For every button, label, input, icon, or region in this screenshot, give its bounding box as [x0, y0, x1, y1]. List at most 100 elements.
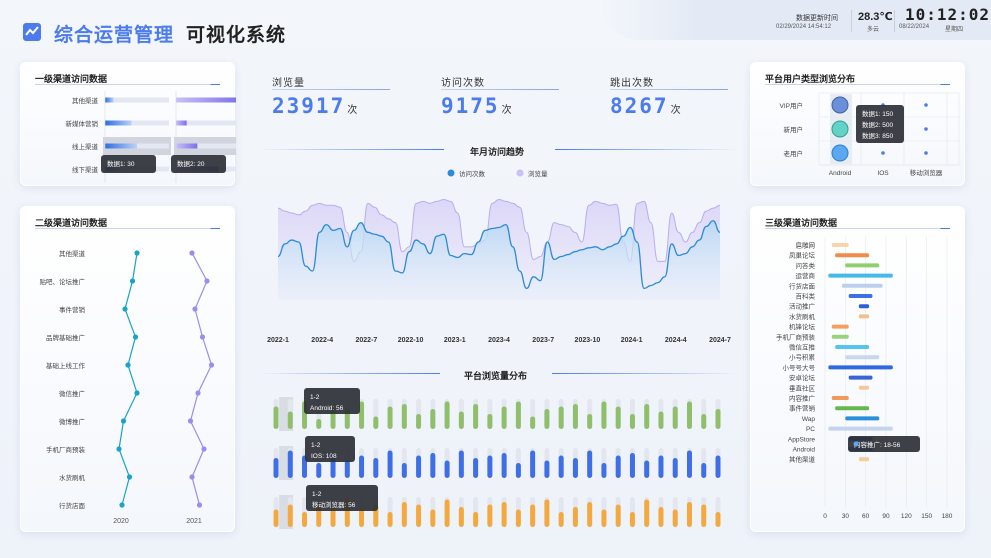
bar-value: [416, 414, 422, 429]
stat-label: 浏览量: [272, 78, 305, 89]
stat-underline: [441, 89, 559, 90]
bar-value: [572, 458, 578, 478]
weather: 多云: [867, 27, 880, 33]
y-tick-label: 老用户: [784, 149, 804, 158]
card-user-type: 平台用户类型浏览分布 VIP用户 新用户 老用户 Android IOS 移动浏览器 数据1…: [750, 62, 965, 186]
bar-value: [487, 414, 493, 429]
tooltip-text: 1-2: [310, 394, 320, 401]
bar-value: [444, 401, 450, 429]
tooltip-mobile-browser: 1-2 移动浏览器: 56: [306, 485, 378, 511]
category-label: 事件营销: [59, 305, 86, 314]
bar-value: [701, 463, 707, 478]
range-bar: [858, 385, 870, 390]
series-point: [199, 334, 206, 340]
category-label: 活动推广: [789, 302, 816, 311]
bubble-small: [924, 151, 928, 155]
bar-value: [644, 499, 650, 527]
range-bar: [835, 406, 870, 411]
header-divider: [894, 10, 895, 32]
tooltip-channel-level3: 内容推广: 18-56: [848, 436, 920, 452]
logo-icon: [23, 23, 41, 41]
series-point: [120, 418, 127, 424]
bar-value: [316, 463, 322, 478]
category-label: 运营商: [796, 271, 816, 280]
tooltip-ios: 1-2 IOS: 108: [305, 436, 355, 462]
category-label: 小号积累: [789, 353, 816, 362]
bubble: [831, 120, 849, 138]
bar-track: [105, 97, 169, 103]
bar-value: [515, 509, 521, 527]
stat-value: 8267: [610, 94, 669, 118]
bar-value: [701, 414, 707, 429]
bar-value: [686, 502, 692, 527]
series-point: [122, 306, 128, 312]
bar-value: [587, 502, 593, 527]
x-axis-label: 2020: [113, 518, 129, 525]
bar-value: [287, 504, 293, 527]
series-point: [126, 474, 133, 480]
x-tick-label: 2023-4: [488, 337, 510, 344]
category-label: 品牌基础推广: [46, 333, 86, 342]
tooltip-text: 内容推广: 18-56: [854, 440, 901, 449]
bar-value: [572, 404, 578, 429]
range-bar: [828, 365, 893, 370]
bar-value: [273, 458, 279, 478]
bar-value: [601, 509, 607, 527]
card-channel-level2: 二级渠道访问数据 其他渠道 贴吧、论坛推广 事件营销 品牌基础推广 基础上线工作 微信推广…: [20, 206, 235, 532]
series-point: [132, 334, 139, 340]
x-tick-label: 120: [901, 513, 912, 520]
bar-value: [672, 509, 678, 527]
tooltip-series-2: 数据2: 20: [171, 155, 226, 173]
category-label: 凤巢论坛: [789, 251, 816, 260]
series-point: [189, 474, 195, 480]
tooltip-text: 数据2: 500: [862, 120, 893, 129]
stat-unit: 次: [347, 105, 358, 116]
category-label: 事件营销: [789, 404, 816, 413]
bar-value: [530, 450, 536, 478]
x-tick-label: 150: [921, 513, 932, 520]
bar-series-2: [176, 143, 198, 149]
card-channel-level3: 三级渠道访问数据 0 30 60 90 120 150 180 扈雕网 凤巢论坛 问答类 运营商 行货…: [750, 206, 965, 532]
bar-value: [530, 504, 536, 527]
section-divider-left: [258, 149, 444, 150]
bar-series-2: [176, 120, 187, 126]
x-tick-label: 0: [823, 513, 827, 520]
bar-value: [387, 450, 393, 478]
bar-value: [487, 504, 493, 527]
category-label: 机锋论坛: [789, 322, 816, 331]
bar-value: [416, 504, 422, 527]
category-label: 垂直社区: [789, 383, 816, 392]
stat-underline: [610, 89, 728, 90]
range-bar: [858, 457, 870, 462]
platform-bar-chart: 1-2 Android: 56 1-2 IOS: 108 1-2 移动浏览器: 56: [273, 388, 721, 529]
range-bar: [848, 294, 873, 298]
tooltip-text: Android: 56: [310, 405, 344, 412]
x-tick-label: 30: [842, 513, 850, 520]
range-bar: [845, 355, 880, 360]
tooltip-text: 移动浏览器: 56: [312, 500, 356, 509]
bar-value: [501, 453, 507, 478]
bar-value: [387, 512, 393, 527]
bar-value: [515, 401, 521, 429]
range-bar: [828, 426, 893, 431]
bar-value: [629, 512, 635, 527]
x-tick-label: 2023-1: [444, 337, 466, 344]
bar-series-1: [105, 143, 137, 149]
category-label: 扈雕网: [796, 241, 816, 250]
range-bar: [841, 283, 883, 288]
x-tick-label: 2024-1: [621, 337, 643, 344]
tooltip-text: 1-2: [312, 491, 322, 498]
bar-value: [430, 509, 436, 527]
stat-value: 9175: [441, 94, 500, 118]
category-label: 小号号大号: [783, 363, 816, 372]
section-divider-right: [552, 373, 738, 374]
bar-value: [658, 507, 664, 527]
range-bar: [828, 273, 893, 278]
page-title-primary: 综合运营管理: [54, 25, 175, 46]
series-point: [187, 418, 194, 424]
bar-value: [686, 450, 692, 478]
bar-value: [544, 499, 550, 527]
range-bar: [858, 314, 870, 319]
category-label: 微信互推: [789, 343, 816, 352]
bar-value: [359, 455, 365, 478]
